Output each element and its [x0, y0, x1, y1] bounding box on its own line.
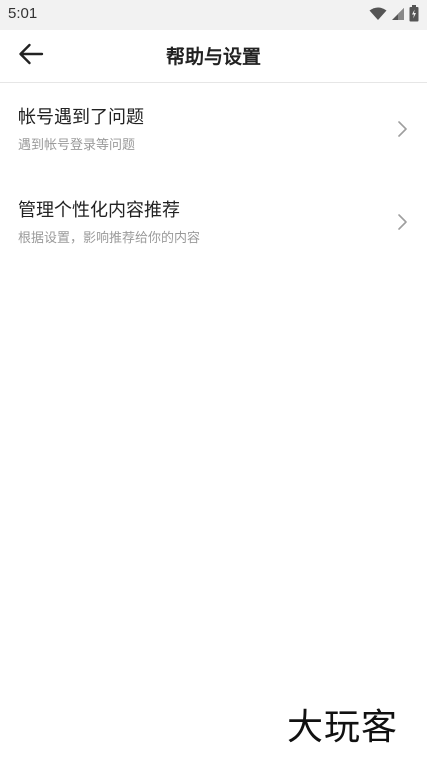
list-item-subtitle: 遇到帐号登录等问题: [18, 138, 136, 153]
wifi-icon: [369, 6, 387, 25]
chevron-right-icon: [397, 120, 409, 138]
page-title: 帮助与设置: [165, 46, 261, 68]
signal-icon: [391, 6, 405, 25]
battery-icon: [409, 4, 419, 26]
status-icons: [369, 4, 419, 26]
status-time: 5:01: [8, 5, 38, 22]
watermark-text: 大玩客: [287, 707, 399, 748]
list-item-account-problem[interactable]: 帐号遇到了问题 遇到帐号登录等问题: [0, 83, 427, 176]
list-item-title: 帐号遇到了问题: [18, 107, 144, 128]
status-bar: 5:01: [0, 0, 427, 30]
settings-list: 帐号遇到了问题 遇到帐号登录等问题 管理个性化内容推荐 根据设置，影响推荐给你的…: [0, 83, 427, 269]
chevron-right-icon: [397, 213, 409, 231]
list-item-subtitle: 根据设置，影响推荐给你的内容: [18, 231, 201, 246]
header: 帮助与设置: [0, 30, 427, 83]
list-item-personalized-content[interactable]: 管理个性化内容推荐 根据设置，影响推荐给你的内容: [0, 176, 427, 269]
list-item-title: 管理个性化内容推荐: [18, 200, 180, 221]
watermark-logo: 大玩客: [287, 706, 417, 750]
